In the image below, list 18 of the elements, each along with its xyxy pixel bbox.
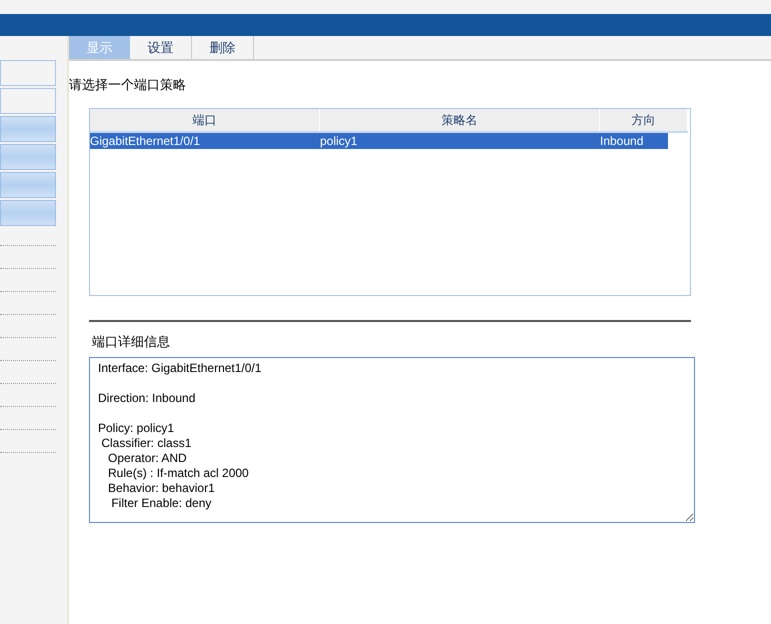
table-cell-text: policy1 <box>320 132 358 148</box>
table-cell-text: GigabitEthernet1/0/1 <box>90 132 202 148</box>
sidebar-button[interactable] <box>0 144 56 170</box>
sidebar-button[interactable] <box>0 116 56 142</box>
column-header[interactable]: 端口 <box>90 108 320 130</box>
column-header[interactable]: 方向 <box>600 108 688 130</box>
details-text-area[interactable]: Interface: GigabitEthernet1/0/1 Direction: Inbound Policy: policy1 Classifier: class1 Operator: AND Rule(s) : If-match acl 2000 Behavior: behavior1 Filter Enable: deny <box>89 357 695 523</box>
sidebar-button[interactable] <box>0 200 56 226</box>
sidebar-button[interactable] <box>0 172 56 198</box>
sidebar-button[interactable] <box>0 88 56 114</box>
sidebar-button[interactable] <box>0 60 56 86</box>
table-cell-text: Inbound <box>600 132 644 148</box>
column-header[interactable]: 策略名 <box>320 108 600 130</box>
tab[interactable]: 设置 <box>130 36 192 59</box>
section-title: 端口详细信息 <box>92 332 170 350</box>
prompt-text: 请选择一个端口策略 <box>69 76 186 94</box>
table-row[interactable]: GigabitEthernet1/0/1 policy1 Inbound <box>90 132 668 148</box>
tab[interactable]: 删除 <box>192 36 254 59</box>
